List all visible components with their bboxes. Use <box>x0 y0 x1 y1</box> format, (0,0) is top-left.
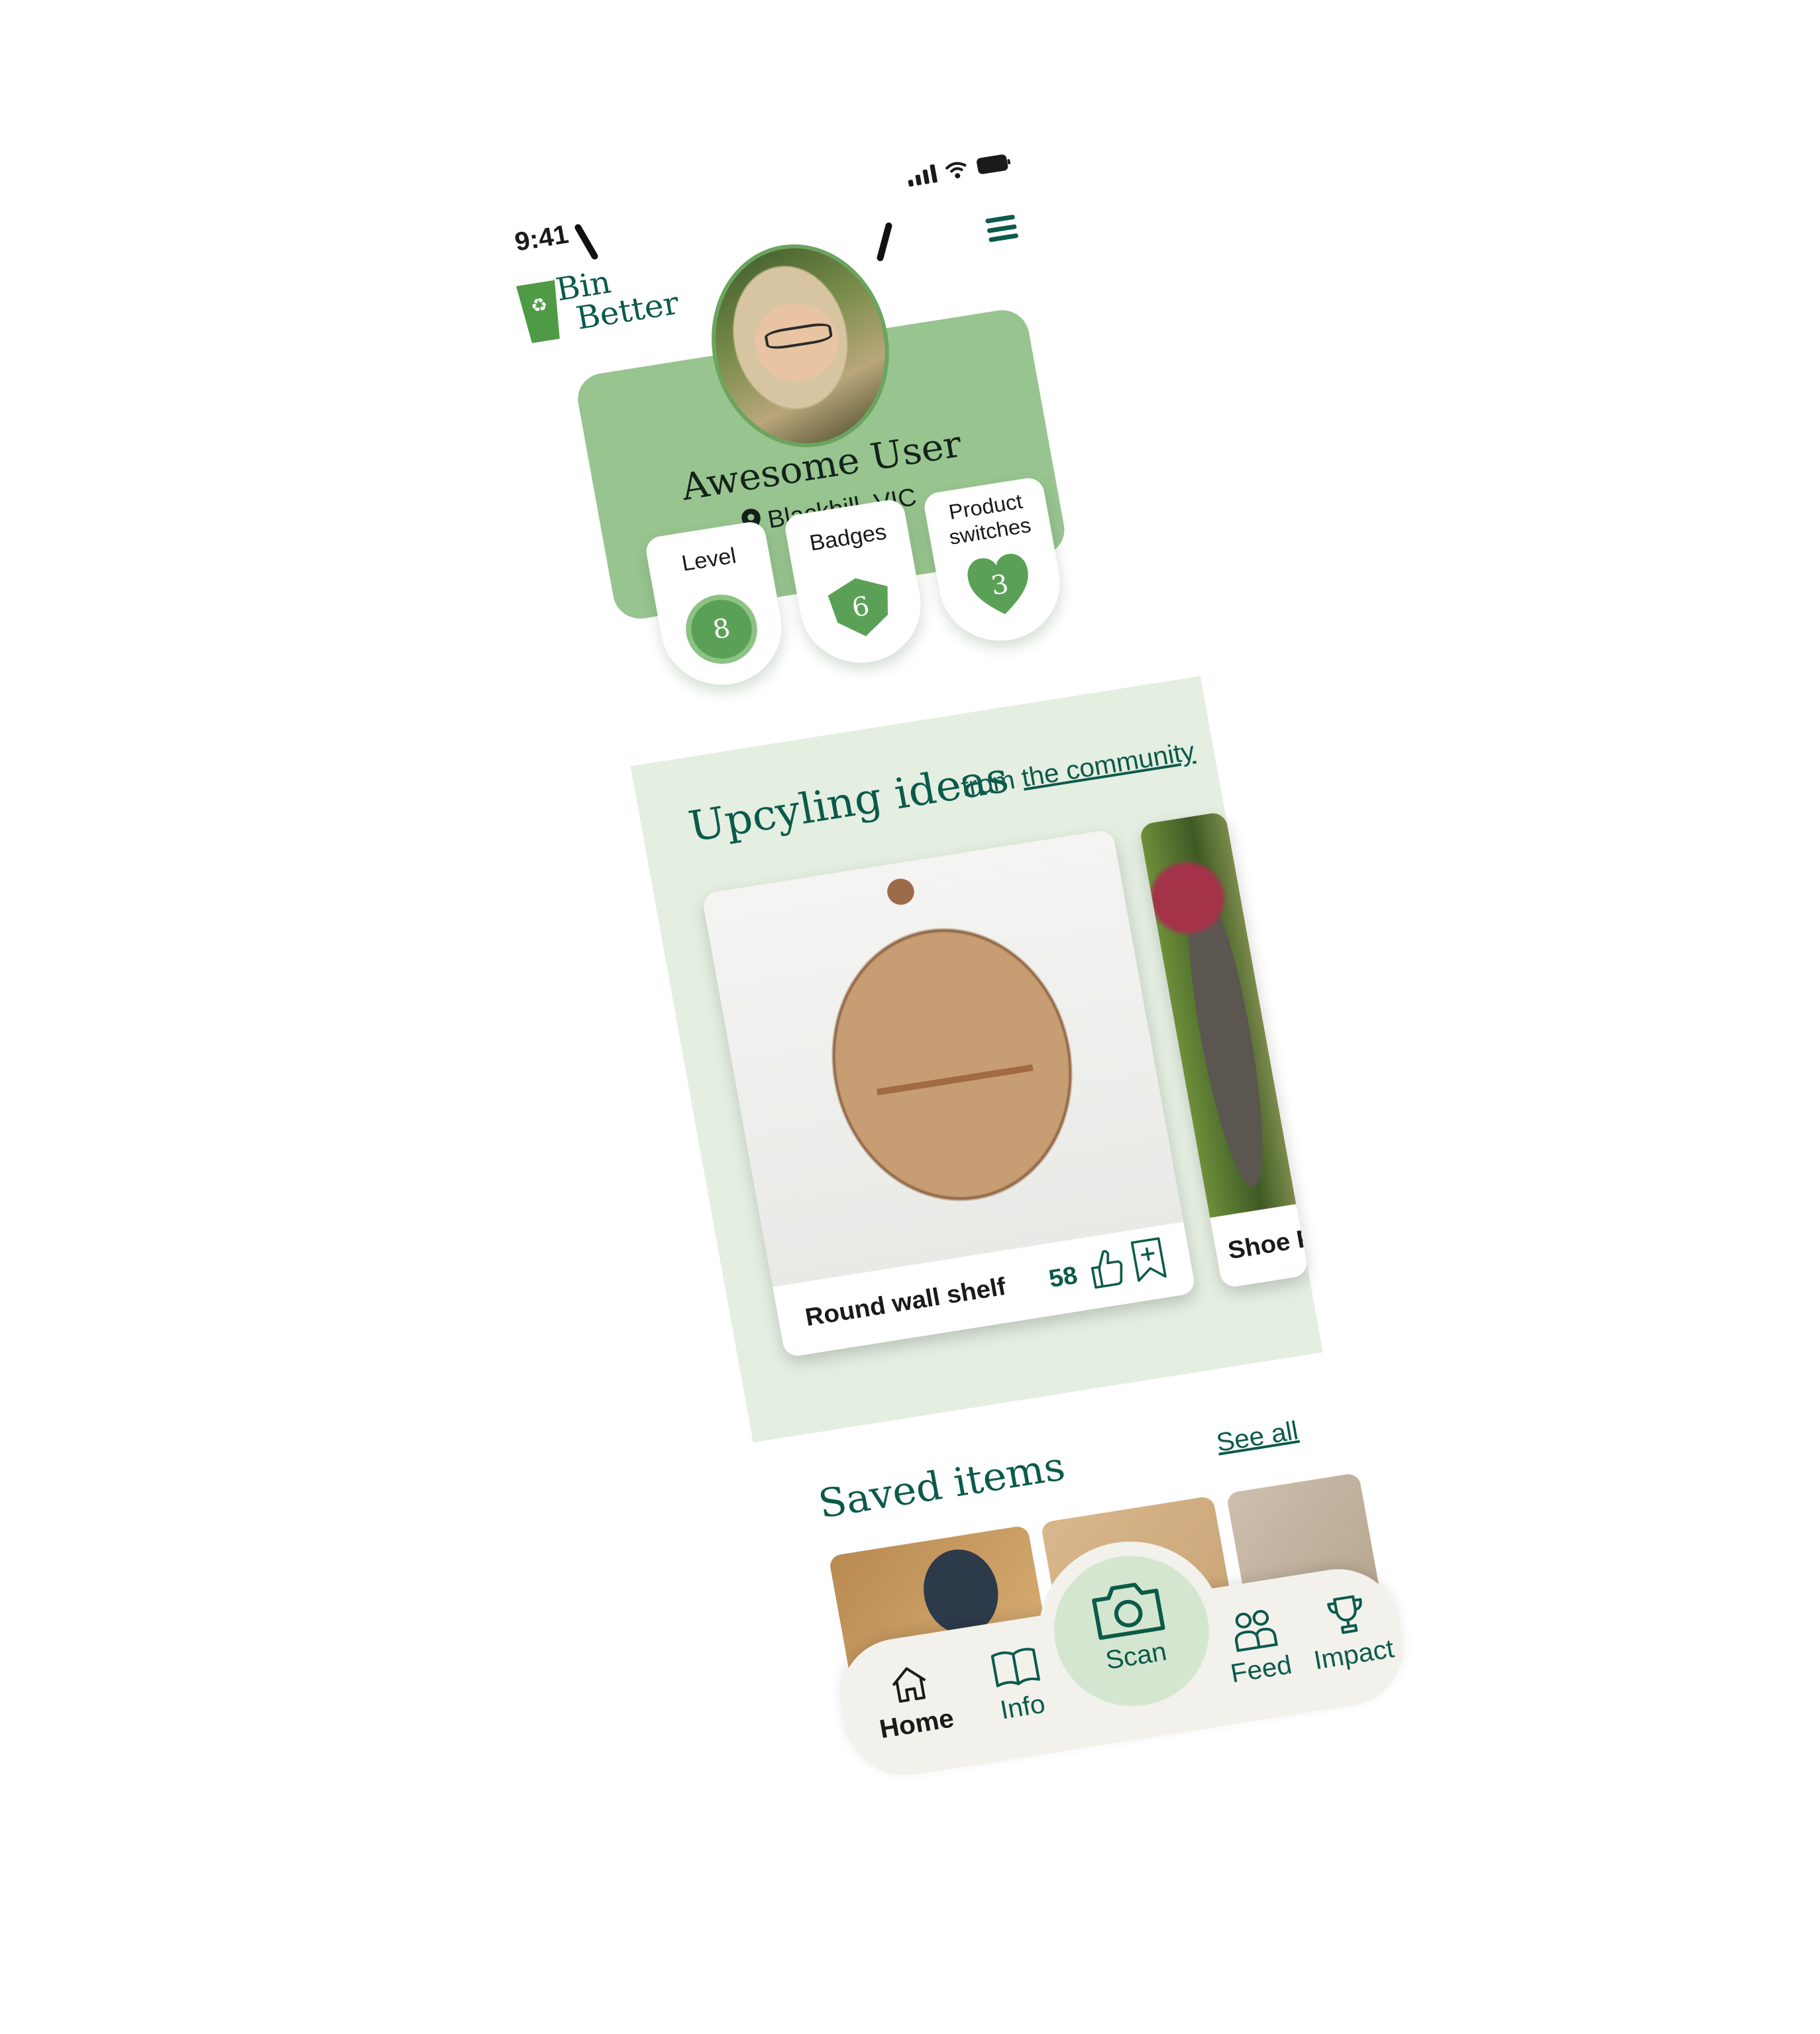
idea-card[interactable]: Round wall shelf 58 <box>701 829 1197 1358</box>
nav-info-label: Info <box>998 1689 1047 1725</box>
wifi-icon <box>943 159 969 181</box>
phone-screen: 9:41 Bin Better <box>490 122 1413 1803</box>
stat-badges[interactable]: Badges 6 <box>782 498 931 672</box>
community-link[interactable]: the community <box>1020 737 1197 792</box>
nav-impact-label: Impact <box>1311 1634 1397 1676</box>
idea-name: Round wall shelf <box>803 1273 1008 1332</box>
trophy-icon <box>1327 1595 1362 1634</box>
camera-icon <box>1092 1582 1165 1640</box>
mockup-stage: 9:41 Bin Better <box>0 0 1820 2034</box>
idea-name: Shoe Pla <box>1226 1220 1309 1265</box>
status-icons <box>906 151 1013 187</box>
battery-icon <box>975 152 1013 176</box>
nav-home-label: Home <box>877 1703 957 1744</box>
bin-better-logo[interactable]: Bin Better <box>515 258 682 352</box>
stat-badges-label: Badges <box>807 519 888 557</box>
scan-label: Scan <box>1103 1637 1169 1676</box>
hamburger-menu-icon[interactable] <box>985 212 1019 245</box>
stat-product-switches-label: Product switches <box>947 489 1033 549</box>
people-icon <box>1234 1610 1278 1652</box>
stat-badges-value: 6 <box>849 591 872 623</box>
home-icon <box>892 1667 926 1703</box>
idea-photo-round-shelf <box>701 829 1184 1287</box>
stat-level-label: Level <box>679 543 738 576</box>
stat-product-switches-value: 3 <box>989 568 1011 602</box>
stat-level[interactable]: Level 8 <box>643 519 792 694</box>
nav-impact[interactable]: Impact <box>1300 1587 1400 1676</box>
idea-card-footer: Shoe Pla <box>1210 1204 1309 1289</box>
saved-items-title: Saved items <box>815 1443 1069 1528</box>
upcycling-title: Upcyling ideas <box>684 753 1012 852</box>
shield-badge-icon: 6 <box>826 574 896 641</box>
stat-level-value: 8 <box>710 613 733 646</box>
bookmark-add-icon[interactable] <box>1128 1236 1169 1284</box>
nav-feed-label: Feed <box>1228 1650 1295 1689</box>
idea-like-count: 58 <box>1046 1261 1080 1293</box>
heart-leaf-icon: 3 <box>965 551 1035 619</box>
nav-feed[interactable]: Feed <box>1207 1602 1307 1691</box>
signal-icon <box>906 163 938 187</box>
stat-product-switches[interactable]: Product switches 3 <box>922 476 1070 650</box>
thumbs-up-icon[interactable] <box>1085 1246 1127 1291</box>
nav-info[interactable]: Info <box>969 1640 1069 1729</box>
nav-home[interactable]: Home <box>863 1656 963 1745</box>
level-badge-icon: 8 <box>686 595 757 663</box>
status-time: 9:41 <box>512 220 571 257</box>
upcycling-from: from the community <box>959 737 1197 802</box>
book-icon <box>990 1648 1040 1687</box>
upcycling-section: Upcyling ideas from the community Round … <box>630 676 1323 1443</box>
see-all-link[interactable]: See all <box>1214 1417 1301 1458</box>
